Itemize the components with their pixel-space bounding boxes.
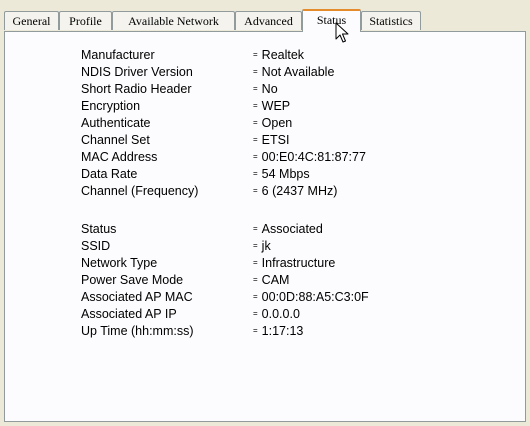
info-label: Status: [81, 222, 117, 236]
tab-available-network[interactable]: Available Network: [112, 11, 235, 30]
info-label: SSID: [81, 239, 111, 253]
info-value-wrapper: = Realtek: [253, 47, 304, 63]
info-row-manufacturer: Manufacturer = Realtek: [5, 47, 525, 63]
info-value: Open: [261, 116, 293, 130]
separator: =: [253, 275, 258, 284]
mouse-pointer-icon: [335, 22, 349, 43]
separator: =: [253, 152, 258, 161]
info-value: ETSI: [261, 133, 290, 147]
info-row-data-rate: Data Rate = 54 Mbps: [5, 166, 525, 182]
info-value-wrapper: = ETSI: [253, 132, 289, 148]
info-value: 0.0.0.0: [261, 307, 300, 321]
info-value: Associated: [261, 222, 323, 236]
separator: =: [253, 292, 258, 301]
info-row-ssid: SSID = jk: [5, 238, 525, 254]
info-row-associated-ap-mac: Associated AP MAC = 00:0D:88:A5:C3:0F: [5, 289, 525, 305]
info-value-wrapper: = 0.0.0.0: [253, 306, 300, 322]
info-label: NDIS Driver Version: [81, 65, 193, 79]
info-value: 00:E0:4C:81:87:77: [261, 150, 366, 164]
info-label: Power Save Mode: [81, 273, 184, 287]
separator: =: [253, 258, 258, 267]
info-row-channel-frequency: Channel (Frequency) = 6 (2437 MHz): [5, 183, 525, 199]
info-row-associated-ap-ip: Associated AP IP = 0.0.0.0: [5, 306, 525, 322]
tab-statistics[interactable]: Statistics: [361, 11, 421, 30]
info-row-authenticate: Authenticate = Open: [5, 115, 525, 131]
info-row-channel-set: Channel Set = ETSI: [5, 132, 525, 148]
info-row-network-type: Network Type = Infrastructure: [5, 255, 525, 271]
status-panel: Manufacturer = Realtek NDIS Driver Versio…: [4, 31, 526, 422]
info-value-wrapper: = jk: [253, 238, 271, 254]
info-label: Short Radio Header: [81, 82, 192, 96]
info-label: Channel Set: [81, 133, 150, 147]
info-value-wrapper: = 1:17:13: [253, 323, 303, 339]
info-row-short-radio-header: Short Radio Header = No: [5, 81, 525, 97]
info-value: Infrastructure: [261, 256, 336, 270]
info-row-status: Status = Associated: [5, 221, 525, 237]
separator: =: [253, 118, 258, 127]
info-value: 6 (2437 MHz): [261, 184, 338, 198]
info-value-wrapper: = Open: [253, 115, 292, 131]
info-label: Network Type: [81, 256, 158, 270]
info-value-wrapper: = 00:E0:4C:81:87:77: [253, 149, 366, 165]
tab-status[interactable]: Status: [302, 9, 361, 32]
info-value-wrapper: = CAM: [253, 272, 289, 288]
separator: =: [253, 169, 258, 178]
separator: =: [253, 84, 258, 93]
info-value: Realtek: [261, 48, 305, 62]
tab-general[interactable]: General: [4, 11, 59, 30]
info-row-up-time: Up Time (hh:mm:ss) = 1:17:13: [5, 323, 525, 339]
separator: =: [253, 241, 258, 250]
info-value-wrapper: = No: [253, 81, 278, 97]
info-value-wrapper: = 54 Mbps: [253, 166, 310, 182]
tab-strip: General Profile Available Network Advanc…: [4, 9, 526, 32]
info-value-wrapper: = 00:0D:88:A5:C3:0F: [253, 289, 369, 305]
separator: =: [253, 101, 258, 110]
info-label: Manufacturer: [81, 48, 155, 62]
info-label: Channel (Frequency): [81, 184, 199, 198]
separator: =: [253, 224, 258, 233]
info-value: CAM: [261, 273, 290, 287]
info-value: Not Available: [261, 65, 335, 79]
info-label: Authenticate: [81, 116, 151, 130]
separator: =: [253, 326, 258, 335]
separator: =: [253, 67, 258, 76]
info-value: 1:17:13: [261, 324, 304, 338]
info-row-encryption: Encryption = WEP: [5, 98, 525, 114]
tab-advanced[interactable]: Advanced: [235, 11, 302, 30]
info-value: WEP: [261, 99, 291, 113]
info-row-power-save-mode: Power Save Mode = CAM: [5, 272, 525, 288]
info-label: Associated AP IP: [81, 307, 177, 321]
info-label: MAC Address: [81, 150, 158, 164]
info-value-wrapper: = Associated: [253, 221, 323, 237]
info-value-wrapper: = Not Available: [253, 64, 334, 80]
info-label: Up Time (hh:mm:ss): [81, 324, 194, 338]
info-label: Encryption: [81, 99, 141, 113]
info-value: 00:0D:88:A5:C3:0F: [261, 290, 369, 304]
separator: =: [253, 50, 258, 59]
tab-profile[interactable]: Profile: [59, 11, 112, 30]
info-label: Data Rate: [81, 167, 138, 181]
info-row-ndis-driver-version: NDIS Driver Version = Not Available: [5, 64, 525, 80]
info-row-mac-address: MAC Address = 00:E0:4C:81:87:77: [5, 149, 525, 165]
info-label: Associated AP MAC: [81, 290, 193, 304]
info-value: No: [261, 82, 278, 96]
separator: =: [253, 309, 258, 318]
info-value: jk: [261, 239, 271, 253]
info-value: 54 Mbps: [261, 167, 310, 181]
separator: =: [253, 186, 258, 195]
info-value-wrapper: = WEP: [253, 98, 290, 114]
info-value-wrapper: = Infrastructure: [253, 255, 335, 271]
separator: =: [253, 135, 258, 144]
info-value-wrapper: = 6 (2437 MHz): [253, 183, 337, 199]
